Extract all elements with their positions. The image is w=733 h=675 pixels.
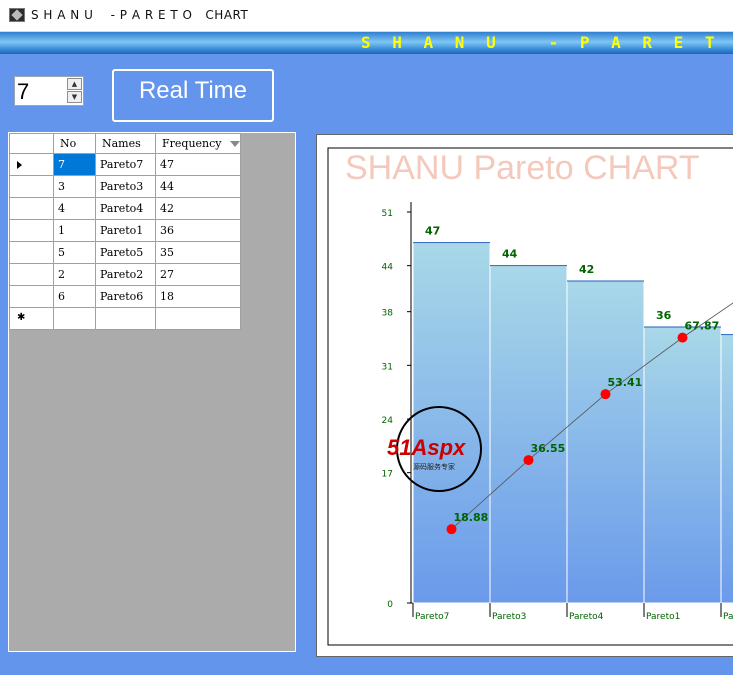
row-header[interactable] (9, 175, 54, 198)
y-tick-label: 0 (387, 600, 393, 610)
grid-cell-frequency[interactable] (155, 307, 241, 330)
x-tick-label: Pareto7 (415, 612, 449, 622)
grid-cell-name[interactable]: Pareto3 (95, 175, 156, 198)
watermark-caption: 源码服务专家 (413, 462, 455, 471)
table-row[interactable]: 5 Pareto5 35 (9, 241, 241, 264)
grid-cell-no[interactable]: 6 (53, 285, 96, 308)
cumulative-label: 53.41 (608, 376, 643, 389)
grid-cell-no[interactable] (53, 307, 96, 330)
y-tick-label: 17 (382, 470, 393, 480)
row-header[interactable] (9, 285, 54, 308)
bar-value-label: 44 (502, 248, 518, 261)
title-banner: S H A N U - P A R E T O CHART (0, 32, 733, 54)
grid-cell-frequency[interactable]: 36 (155, 219, 241, 242)
y-tick-label: 44 (382, 263, 394, 273)
y-tick-label: 31 (382, 362, 393, 372)
app-icon (9, 8, 25, 22)
table-row[interactable]: 2 Pareto2 27 (9, 263, 241, 286)
column-header-names-label: Names (102, 137, 141, 150)
data-grid[interactable]: No Names Frequency 7 Pareto7 47 3 Pareto… (9, 133, 241, 330)
x-tick-label: Pareto1 (646, 612, 680, 622)
y-tick-label: 38 (382, 309, 394, 319)
grid-cell-frequency[interactable]: 47 (155, 153, 241, 176)
grid-cell-name[interactable]: Pareto4 (95, 197, 156, 220)
grid-cell-name[interactable]: Pareto5 (95, 241, 156, 264)
cumulative-label: 18.88 (454, 511, 489, 524)
grid-cell-name[interactable]: Pareto1 (95, 219, 156, 242)
row-header-current[interactable] (9, 153, 54, 176)
table-row[interactable]: 6 Pareto6 18 (9, 285, 241, 308)
grid-cell-name[interactable]: Pareto7 (95, 153, 156, 176)
row-header[interactable] (9, 241, 54, 264)
y-tick-label: 24 (382, 416, 394, 426)
realtime-button-label: Real Time (138, 77, 248, 104)
grid-cell-no[interactable]: 4 (53, 197, 96, 220)
y-tick-label: 51 (382, 209, 393, 219)
x-tick-label: Pareto4 (569, 612, 604, 622)
grid-cell-no[interactable]: 3 (53, 175, 96, 198)
grid-cell-no[interactable]: 1 (53, 219, 96, 242)
window-title: S H A N U - P A R E T O CHART (31, 8, 249, 22)
grid-corner-header (9, 133, 54, 154)
table-row[interactable]: 4 Pareto4 42 (9, 197, 241, 220)
spin-down-arrow-icon[interactable]: ▼ (67, 91, 82, 103)
data-grid-panel: No Names Frequency 7 Pareto7 47 3 Pareto… (8, 132, 296, 652)
row-header[interactable] (9, 219, 54, 242)
banner-title: S H A N U - P A R E T O CHART (361, 33, 721, 52)
chart-bar (489, 265, 568, 604)
grid-cell-frequency[interactable]: 18 (155, 285, 241, 308)
watermark-logo-text: 51Aspx (387, 435, 466, 460)
window-titlebar: S H A N U - P A R E T O CHART (0, 0, 733, 32)
cumulative-point (446, 524, 457, 535)
column-header-frequency[interactable]: Frequency (155, 133, 241, 154)
grid-cell-frequency[interactable]: 44 (155, 175, 241, 198)
chart-bar (566, 280, 645, 604)
cumulative-label: 67.87 (685, 320, 720, 333)
grid-cell-name[interactable]: Pareto6 (95, 285, 156, 308)
table-row[interactable]: 7 Pareto7 47 (9, 153, 241, 176)
grid-cell-no[interactable]: 2 (53, 263, 96, 286)
column-header-frequency-label: Frequency (162, 137, 222, 150)
chart-bar (720, 334, 733, 604)
cumulative-point (677, 332, 688, 343)
cumulative-point (600, 389, 611, 400)
chart-bar (412, 242, 491, 604)
column-header-names[interactable]: Names (95, 133, 156, 154)
table-row[interactable]: 3 Pareto3 44 (9, 175, 241, 198)
grid-cell-no[interactable]: 7 (53, 153, 96, 176)
cumulative-label: 36.55 (531, 442, 566, 455)
count-value[interactable]: 7 (17, 79, 29, 105)
grid-cell-frequency[interactable]: 35 (155, 241, 241, 264)
bar-value-label: 47 (425, 225, 440, 238)
x-tick-label: Pareto5 (723, 612, 733, 622)
table-row[interactable]: 1 Pareto1 36 (9, 219, 241, 242)
cumulative-point (523, 455, 534, 466)
grid-cell-no[interactable]: 5 (53, 241, 96, 264)
new-row-asterisk-icon: ✱ (17, 312, 26, 323)
row-header[interactable] (9, 197, 54, 220)
chart-title: SHANU Pareto CHART (345, 149, 700, 187)
bar-value-label: 42 (579, 263, 594, 276)
chart-bar (643, 326, 722, 604)
bar-value-label: 36 (656, 309, 672, 322)
realtime-button[interactable]: Real Time (112, 69, 274, 122)
row-header[interactable] (9, 263, 54, 286)
x-tick-label: Pareto3 (492, 612, 526, 622)
grid-cell-name[interactable] (95, 307, 156, 330)
current-row-arrow-icon (17, 161, 22, 169)
grid-cell-frequency[interactable]: 27 (155, 263, 241, 286)
table-row-new[interactable]: ✱ (9, 307, 241, 330)
sort-down-icon[interactable] (229, 141, 240, 147)
pareto-chart: SHANU Pareto CHART 51 44 38 31 24 17 0 47 Pareto… (327, 147, 733, 646)
chart-panel: SHANU Pareto CHART 51 44 38 31 24 17 0 47 Pareto… (316, 134, 733, 657)
grid-cell-name[interactable]: Pareto2 (95, 263, 156, 286)
spin-up-arrow-icon[interactable]: ▲ (67, 78, 82, 90)
grid-cell-frequency[interactable]: 42 (155, 197, 241, 220)
row-header-new[interactable]: ✱ (9, 307, 54, 330)
count-spinner[interactable]: 7 ▲ ▼ (14, 76, 84, 106)
column-header-no[interactable]: No (53, 133, 96, 154)
column-header-no-label: No (60, 137, 77, 150)
